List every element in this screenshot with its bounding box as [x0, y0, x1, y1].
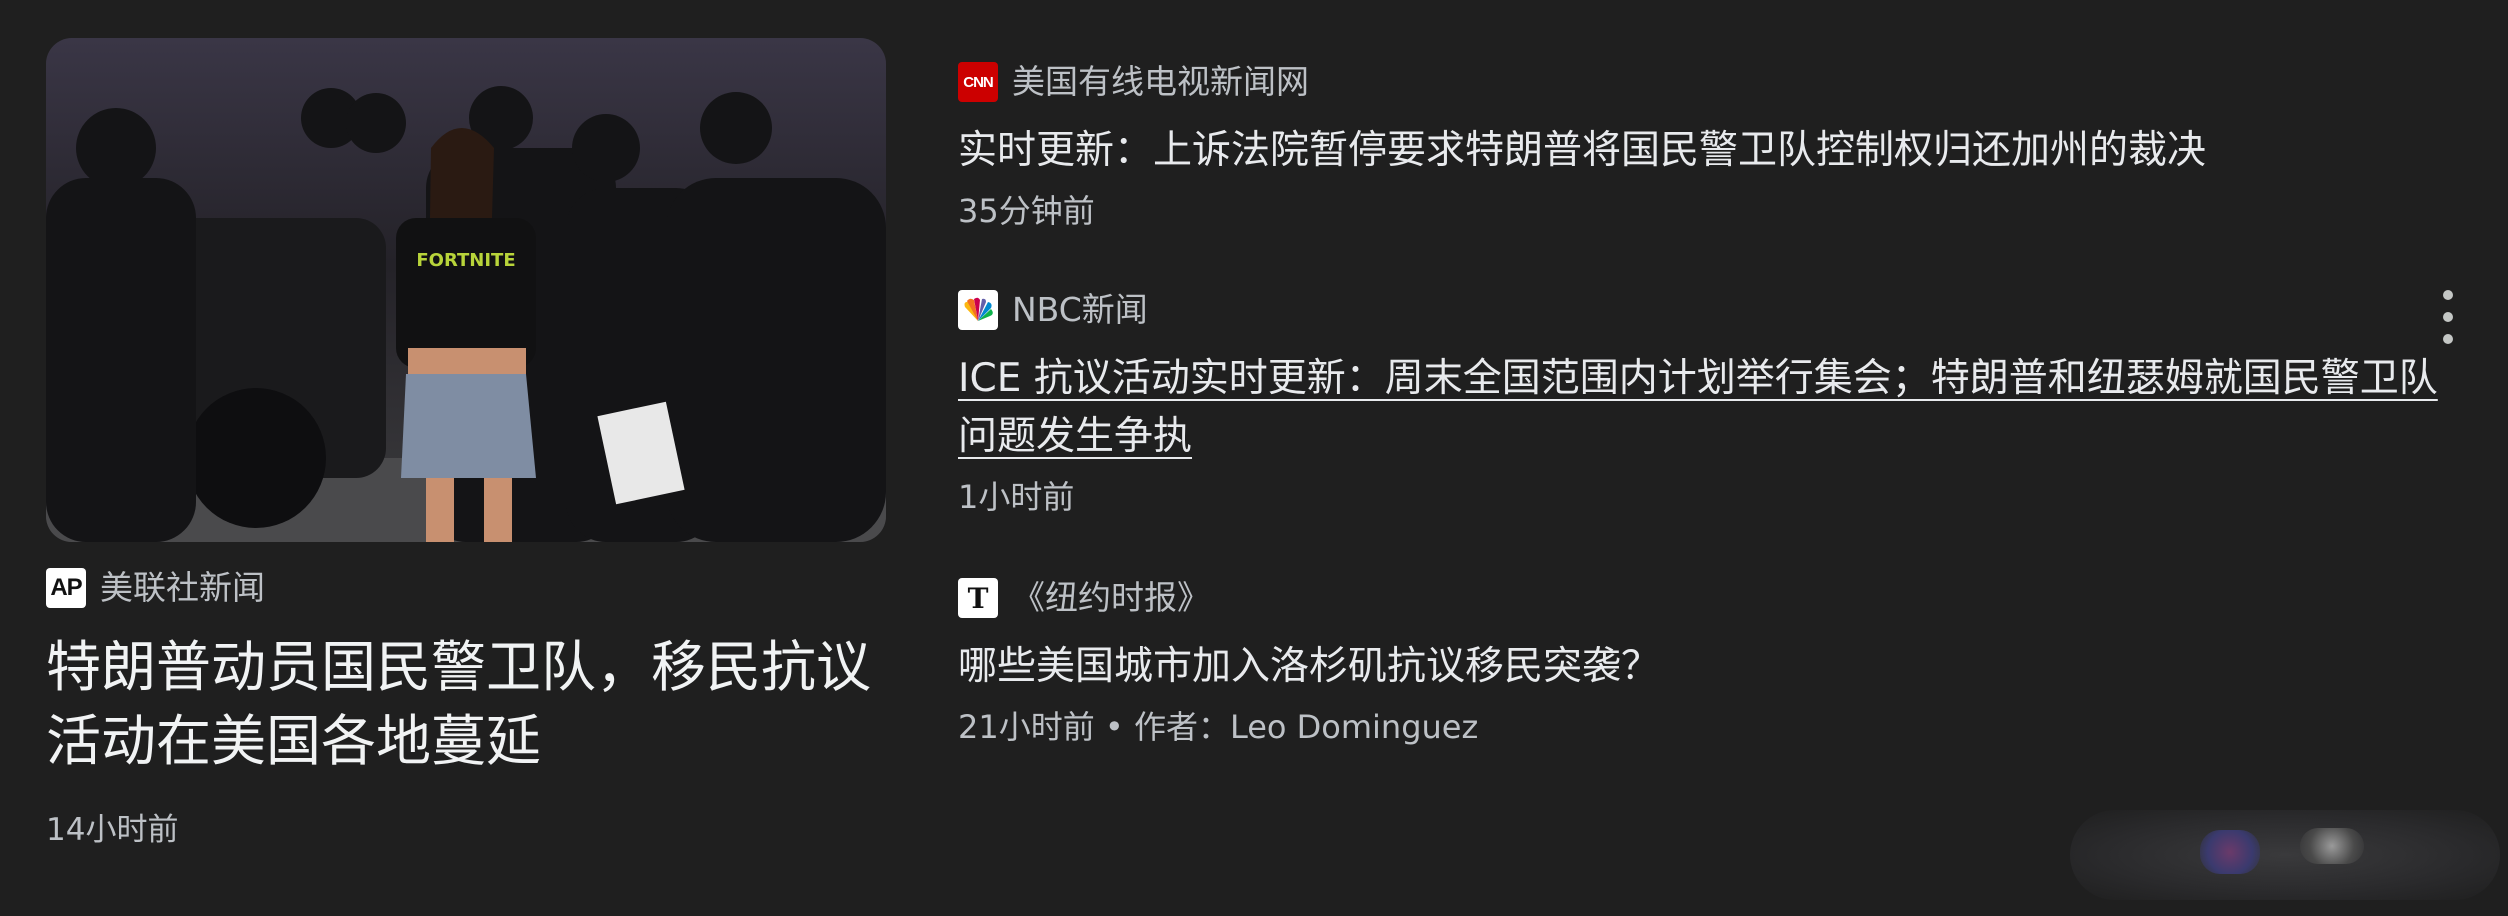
story-title[interactable]: ICE 抗议活动实时更新：周末全国范围内计划举行集会；特朗普和纽瑟姆就国民警卫队…: [958, 350, 2468, 466]
ap-logo-icon: AP: [46, 568, 86, 608]
story-source[interactable]: T 《纽约时报》: [958, 578, 2468, 618]
lead-story-image[interactable]: FORTNITE: [46, 38, 886, 542]
menu-dot: [2443, 290, 2453, 300]
story-item[interactable]: T 《纽约时报》 哪些美国城市加入洛杉矶抗议移民突袭？ 21小时前 • 作者：L…: [958, 578, 2468, 750]
nyt-logo-icon: T: [958, 578, 998, 618]
cnn-logo-icon: CNN: [958, 62, 998, 102]
source-name: 美联社新闻: [100, 568, 265, 607]
story-source[interactable]: CNN 美国有线电视新闻网: [958, 62, 2468, 102]
blurred-icon: [2300, 828, 2364, 864]
story-source[interactable]: NBC新闻: [958, 290, 2468, 330]
story-meta: 21小时前 • 作者：Leo Dominguez: [958, 708, 1479, 746]
story-timestamp: 14小时前: [46, 812, 179, 848]
story-item[interactable]: NBC新闻 ICE 抗议活动实时更新：周末全国范围内计划举行集会；特朗普和纽瑟姆…: [958, 290, 2468, 520]
blurred-icon: [2200, 830, 2260, 874]
source-name: NBC新闻: [1012, 290, 1148, 329]
lead-story-card[interactable]: FORTNITE AP 美联社新闻 特朗普动员国民警卫队，移民抗议活动在美国各地…: [46, 38, 886, 849]
lead-story-title[interactable]: 特朗普动员国民警卫队，移民抗议活动在美国各地蔓延: [46, 630, 886, 778]
source-name: 《纽约时报》: [1012, 578, 1210, 617]
story-title[interactable]: 哪些美国城市加入洛杉矶抗议移民突袭？: [958, 638, 2468, 696]
more-vert-icon[interactable]: [2435, 290, 2461, 344]
menu-dot: [2443, 334, 2453, 344]
menu-dot: [2443, 312, 2453, 322]
story-item[interactable]: CNN 美国有线电视新闻网 实时更新：上诉法院暂停要求特朗普将国民警卫队控制权归…: [958, 62, 2468, 234]
lead-story-source[interactable]: AP 美联社新闻: [46, 566, 886, 610]
story-timestamp: 35分钟前: [958, 192, 1095, 230]
story-title[interactable]: 实时更新：上诉法院暂停要求特朗普将国民警卫队控制权归还加州的裁决: [958, 122, 2468, 180]
shirt-text: FORTNITE: [416, 250, 515, 271]
blurred-overlay: [2070, 810, 2500, 900]
story-timestamp: 1小时前: [958, 478, 1075, 516]
source-name: 美国有线电视新闻网: [1012, 62, 1309, 101]
nbc-peacock-icon: [958, 290, 998, 330]
